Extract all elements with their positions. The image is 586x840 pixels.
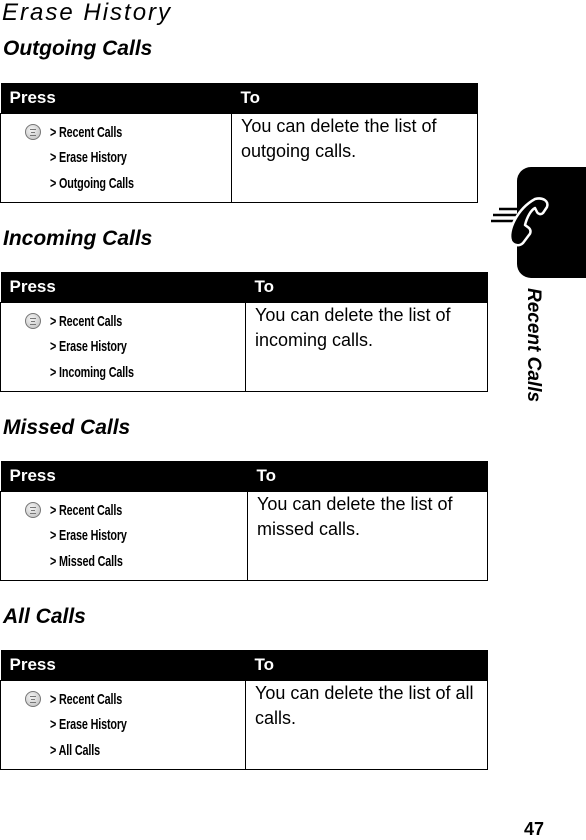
table-row: > Recent Calls > Erase History > Incomin… bbox=[0, 301, 488, 392]
press-table-all: Press To > Recent Calls > Erase History … bbox=[0, 650, 488, 770]
press-cell: > Recent Calls > Erase History > Outgoin… bbox=[0, 112, 232, 203]
menu-path-step: > Erase History bbox=[50, 716, 127, 734]
menu-path-step: > Recent Calls bbox=[50, 501, 123, 519]
menu-path-step: > Missed Calls bbox=[50, 552, 123, 570]
section-title-all: All Calls bbox=[3, 605, 86, 628]
table-row: > Recent Calls > Erase History > All Cal… bbox=[0, 679, 488, 770]
page-title: Erase History bbox=[2, 0, 173, 26]
table-header-row: Press To bbox=[0, 650, 488, 680]
menu-path-step: > All Calls bbox=[50, 741, 100, 759]
header-to: To bbox=[245, 272, 488, 302]
menu-path-step: > Erase History bbox=[50, 338, 127, 356]
menu-key-icon bbox=[25, 124, 41, 141]
section-title-incoming: Incoming Calls bbox=[3, 227, 153, 250]
to-cell: You can delete the list of incoming call… bbox=[245, 301, 488, 392]
table-header-row: Press To bbox=[0, 83, 478, 113]
section-title-outgoing: Outgoing Calls bbox=[3, 37, 153, 60]
menu-path-step: > Erase History bbox=[50, 527, 127, 545]
menu-key-icon bbox=[25, 313, 41, 330]
press-table-incoming: Press To > Recent Calls > Erase History … bbox=[0, 272, 488, 392]
to-cell: You can delete the list of all calls. bbox=[245, 679, 488, 770]
page-number: 47 bbox=[524, 819, 545, 839]
to-cell: You can delete the list of outgoing call… bbox=[231, 112, 478, 203]
menu-path-step: > Recent Calls bbox=[50, 690, 123, 708]
header-press: Press bbox=[0, 650, 246, 680]
chapter-tab bbox=[491, 167, 586, 278]
header-press: Press bbox=[0, 461, 248, 491]
to-cell: You can delete the list of missed calls. bbox=[247, 490, 488, 581]
header-to: To bbox=[247, 461, 488, 491]
section-title-missed: Missed Calls bbox=[3, 416, 131, 439]
press-table-outgoing: Press To > Recent Calls > Erase History … bbox=[0, 83, 478, 203]
header-to: To bbox=[231, 83, 478, 113]
menu-path-step: > Outgoing Calls bbox=[50, 174, 134, 192]
table-header-row: Press To bbox=[0, 461, 488, 491]
table-row: > Recent Calls > Erase History > Missed … bbox=[0, 490, 488, 581]
header-press: Press bbox=[0, 272, 246, 302]
press-cell: > Recent Calls > Erase History > Incomin… bbox=[0, 301, 246, 392]
chapter-label: Recent Calls bbox=[523, 288, 544, 403]
table-row: > Recent Calls > Erase History > Outgoin… bbox=[0, 112, 478, 203]
menu-key-icon bbox=[25, 691, 41, 708]
phone-handset-icon bbox=[491, 197, 549, 247]
header-press: Press bbox=[0, 83, 232, 113]
menu-path-step: > Erase History bbox=[50, 149, 127, 167]
menu-path-step: > Recent Calls bbox=[50, 312, 123, 330]
menu-path-step: > Incoming Calls bbox=[50, 363, 134, 381]
press-cell: > Recent Calls > Erase History > Missed … bbox=[0, 490, 248, 581]
header-to: To bbox=[245, 650, 488, 680]
menu-key-icon bbox=[25, 502, 41, 519]
table-header-row: Press To bbox=[0, 272, 488, 302]
press-cell: > Recent Calls > Erase History > All Cal… bbox=[0, 679, 246, 770]
menu-path-step: > Recent Calls bbox=[50, 123, 123, 141]
press-table-missed: Press To > Recent Calls > Erase History … bbox=[0, 461, 488, 581]
